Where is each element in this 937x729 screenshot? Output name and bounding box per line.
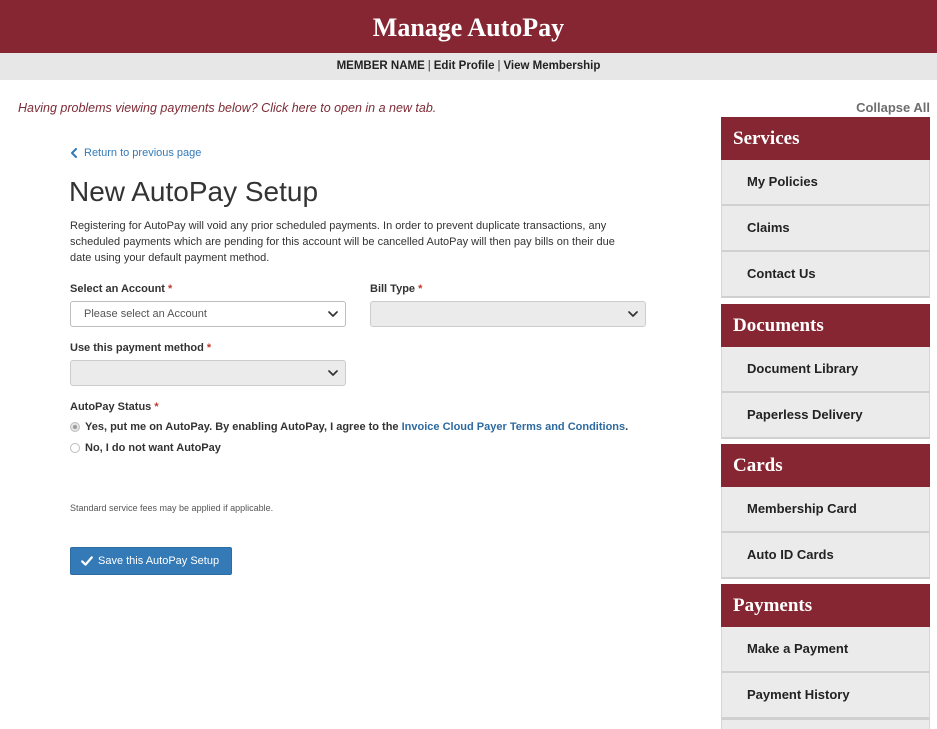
account-select-value: Please select an Account <box>84 308 207 320</box>
autopay-yes-radio[interactable] <box>70 422 80 432</box>
sidebar-item-make-a-payment[interactable]: Make a Payment <box>721 627 930 673</box>
bill-type-select[interactable] <box>370 301 646 327</box>
member-name: MEMBER NAME <box>336 60 425 72</box>
sidebar-item-payment-history[interactable]: Payment History <box>721 673 930 719</box>
chevron-down-icon <box>328 311 338 317</box>
sidebar-item-auto-id-cards[interactable]: Auto ID Cards <box>721 533 930 579</box>
bill-type-label: Bill Type * <box>370 282 422 296</box>
autopay-yes-option[interactable]: Yes, put me on AutoPay. By enabling Auto… <box>70 420 628 434</box>
sidebar-item-partial[interactable] <box>721 719 930 729</box>
sidebar-item-claims[interactable]: Claims <box>721 206 930 252</box>
sidebar-item-document-library[interactable]: Document Library <box>721 347 930 393</box>
chevron-down-icon <box>628 311 638 317</box>
intro-line: Registering for AutoPay will void any pr… <box>70 220 607 232</box>
chevron-left-icon <box>70 148 78 158</box>
sidebar-item-my-policies[interactable]: My Policies <box>721 160 930 206</box>
return-to-previous-page-link[interactable]: Return to previous page <box>70 146 201 160</box>
payer-terms-link[interactable]: Invoice Cloud Payer Terms and Conditions <box>402 421 626 433</box>
member-nav-bar: MEMBER NAME | Edit Profile | View Membership <box>0 53 937 80</box>
sidebar-header-payments[interactable]: Payments <box>721 584 930 627</box>
sidebar-section-cards: Cards Membership Card Auto ID Cards <box>721 444 930 579</box>
top-banner: Manage AutoPay <box>0 0 937 53</box>
select-account-label: Select an Account * <box>70 282 172 296</box>
page-title: New AutoPay Setup <box>69 176 319 207</box>
label-text: Select an Account <box>70 283 165 295</box>
required-mark: * <box>206 342 212 354</box>
intro-line: scheduled payments which are pending for… <box>70 236 615 248</box>
option-text: Yes, put me on AutoPay. By enabling Auto… <box>85 421 402 433</box>
check-icon <box>81 556 93 566</box>
account-select[interactable]: Please select an Account <box>70 301 346 327</box>
edit-profile-link[interactable]: Edit Profile <box>434 60 495 72</box>
required-mark: * <box>418 283 423 295</box>
option-suffix: . <box>625 421 629 433</box>
sidebar-header-documents[interactable]: Documents <box>721 304 930 347</box>
page-banner-title: Manage AutoPay <box>372 13 565 42</box>
label-text: Bill Type <box>370 283 416 295</box>
payment-method-label: Use this payment method * <box>70 341 211 355</box>
sidebar-item-membership-card[interactable]: Membership Card <box>721 487 930 533</box>
return-link-label: Return to previous page <box>84 147 202 159</box>
intro-line: date using your default payment method. <box>70 252 270 264</box>
payment-method-select[interactable] <box>70 360 346 386</box>
autopay-intro-text: Registering for AutoPay will void any pr… <box>70 218 615 266</box>
required-mark: * <box>154 401 159 413</box>
sidebar: Services My Policies Claims Contact Us D… <box>721 117 930 729</box>
service-fee-note: Standard service fees may be applied if … <box>70 503 274 513</box>
sidebar-item-contact-us[interactable]: Contact Us <box>721 252 930 298</box>
sidebar-section-payments: Payments Make a Payment Payment History <box>721 584 930 729</box>
autopay-status-label: AutoPay Status * <box>70 400 159 414</box>
sidebar-header-cards[interactable]: Cards <box>721 444 930 487</box>
nav-separator: | <box>427 60 431 72</box>
label-text: Use this payment method <box>70 342 204 354</box>
option-text: No, I do not want AutoPay <box>85 442 221 454</box>
chevron-down-icon <box>328 370 338 376</box>
sidebar-item-paperless-delivery[interactable]: Paperless Delivery <box>721 393 930 439</box>
sidebar-header-services[interactable]: Services <box>721 117 930 160</box>
save-autopay-button[interactable]: Save this AutoPay Setup <box>70 547 232 575</box>
sidebar-section-documents: Documents Document Library Paperless Del… <box>721 304 930 439</box>
open-in-new-tab-link[interactable]: Having problems viewing payments below? … <box>18 99 436 117</box>
label-text: AutoPay Status <box>70 401 152 413</box>
autopay-no-radio[interactable] <box>70 443 80 453</box>
autopay-no-option[interactable]: No, I do not want AutoPay <box>70 441 221 455</box>
collapse-all-button[interactable]: Collapse All <box>856 99 930 117</box>
autopay-yes-text: Yes, put me on AutoPay. By enabling Auto… <box>85 420 628 434</box>
save-button-label: Save this AutoPay Setup <box>98 555 220 567</box>
sidebar-section-services: Services My Policies Claims Contact Us <box>721 117 930 298</box>
required-mark: * <box>168 283 173 295</box>
view-membership-link[interactable]: View Membership <box>503 60 600 72</box>
